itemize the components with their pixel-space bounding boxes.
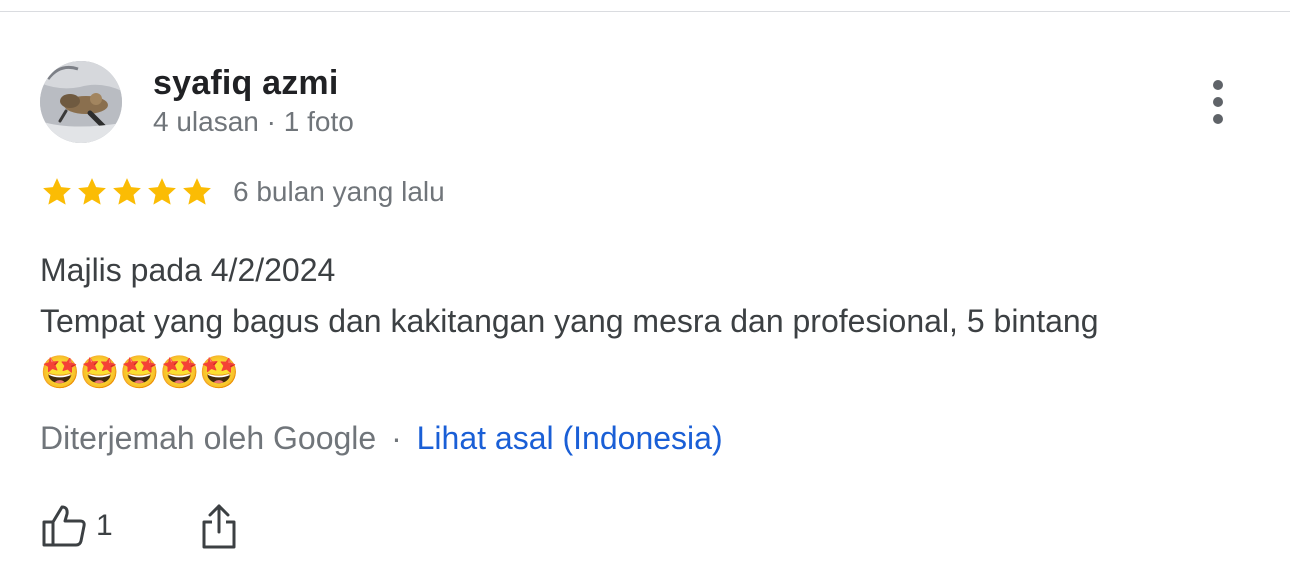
more-vert-icon (1213, 80, 1223, 90)
more-options-button[interactable] (1196, 78, 1240, 126)
rating-row: 6 bulan yang lalu (40, 174, 445, 210)
author-meta: 4 ulasan · 1 foto (153, 106, 354, 137)
star-icon (183, 178, 211, 205)
review-actions: 1 (40, 500, 239, 552)
thumb-up-icon (42, 505, 86, 547)
more-vert-icon-dot (1213, 114, 1223, 124)
star-icon (43, 178, 71, 205)
review-text: Majlis pada 4/2/2024 Tempat yang bagus d… (40, 245, 1260, 398)
share-button[interactable] (199, 502, 239, 550)
translated-by-label: Diterjemah oleh Google (40, 420, 377, 456)
star-rating (40, 175, 215, 209)
review-text-line: Majlis pada 4/2/2024 (40, 252, 336, 288)
avatar-photo (40, 61, 122, 143)
translation-row: Diterjemah oleh Google · Lihat asal (Ind… (40, 420, 723, 457)
review-time: 6 bulan yang lalu (233, 176, 445, 207)
review-emoji-line: 🤩🤩🤩🤩🤩 (40, 354, 240, 390)
review-text-line: Tempat yang bagus dan kakitangan yang me… (40, 303, 1099, 339)
more-vert-icon-dot (1213, 97, 1223, 107)
avatar[interactable] (40, 61, 122, 143)
share-icon (202, 504, 236, 549)
separator: · (391, 420, 402, 456)
author-name[interactable]: syafiq azmi (153, 64, 339, 103)
star-icon (78, 178, 106, 205)
like-count: 1 (96, 509, 113, 542)
top-divider (0, 11, 1290, 12)
like-button[interactable]: 1 (40, 504, 113, 548)
star-icon (148, 178, 176, 205)
star-icon (113, 178, 141, 205)
see-original-link[interactable]: Lihat asal (Indonesia) (417, 420, 723, 456)
